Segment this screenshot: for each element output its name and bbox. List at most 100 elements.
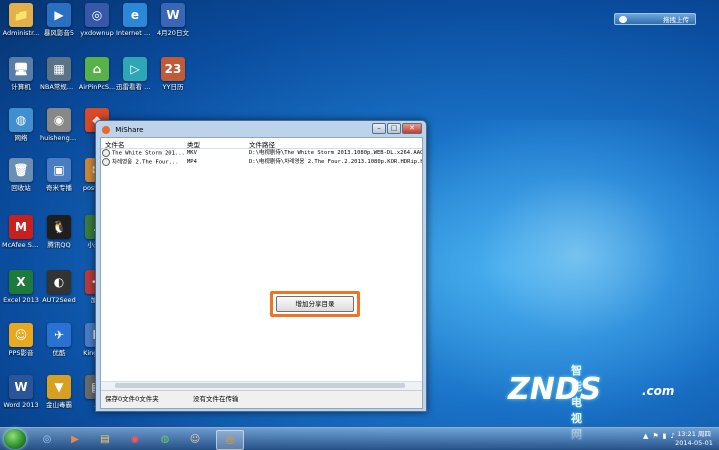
start-button[interactable]: [4, 429, 26, 449]
row-path: D:\电视剧侍\차례영웅 2.The Four.2.2013.1080p.KOR…: [249, 159, 422, 165]
airpin-icon: ⌂: [85, 57, 109, 81]
table-row[interactable]: 차례영웅 2.The Four... MP4 D:\电视剧侍\차례영웅 2.Th…: [101, 158, 422, 167]
column-header-name[interactable]: 文件名: [105, 139, 125, 149]
desktop-icon-label: AUT2Seed: [42, 296, 76, 304]
file-list-panel: 文件名 类型 文件路径 The White Storm 201... MKV D…: [100, 137, 423, 409]
desktop-icon-label: Administr...: [2, 29, 40, 37]
desktop-icon-qq[interactable]: 🐧 腾讯QQ: [40, 215, 78, 249]
doc420-icon: W: [161, 3, 185, 27]
desktop-icon-label: NBA常规赛 快船118-1...: [40, 83, 78, 91]
clock[interactable]: 13:21 周四 2014-05-01: [675, 430, 713, 448]
desktop-icon-ie[interactable]: e Internet Hao 123: [116, 3, 154, 37]
horizontal-scrollbar[interactable]: [101, 381, 422, 390]
aut2seed-icon: ◐: [47, 270, 71, 294]
close-button[interactable]: ✕: [402, 123, 422, 134]
flag-icon[interactable]: ⚑: [652, 432, 658, 440]
column-header-type[interactable]: 类型: [187, 139, 200, 149]
scrollbar-thumb[interactable]: [115, 383, 405, 388]
desktop-icon-label: Internet Hao 123: [116, 29, 154, 37]
watermark-domain: .com: [642, 384, 675, 398]
desktop-icon-mcafee[interactable]: M McAfee Security...: [2, 215, 40, 249]
desktop-icon-airpin[interactable]: ⌂ AirPinPcS...: [78, 57, 116, 91]
baofeng-icon: ▶: [47, 3, 71, 27]
desktop-icon-label: YY日历: [162, 83, 184, 91]
desktop-icon-computer[interactable]: 🖥 计算机: [2, 57, 40, 91]
ie-icon: e: [123, 3, 147, 27]
recycle-icon: 🗑: [9, 158, 33, 182]
desktop-icon-label: 暴风影音5: [43, 29, 75, 37]
browser-taskbar-icon[interactable]: ◎: [34, 430, 60, 448]
window-controls: – □ ✕: [372, 123, 422, 134]
desktop-icon-label: Word 2013: [3, 401, 39, 409]
desktop-icon-network[interactable]: ◍ 网络: [2, 108, 40, 142]
desktop-icon-label: yxdownup: [80, 29, 114, 37]
huisheng-icon: ◉: [47, 108, 71, 132]
desktop-icon-yxdownup[interactable]: ◎ yxdownup: [78, 3, 116, 37]
up-arrow-icon[interactable]: ▲: [643, 432, 648, 440]
desktop-icon-label: 奇米专播: [46, 184, 72, 192]
desktop-icon-administrator[interactable]: 📁 Administr...: [2, 3, 40, 37]
desktop-icon-aut2seed[interactable]: ◐ AUT2Seed: [40, 270, 78, 304]
add-share-directory-button[interactable]: 增加分享目录: [276, 296, 354, 312]
desktop-icon-label: 腾讯QQ: [47, 241, 71, 249]
status-right: 没有文件在传输: [193, 395, 239, 403]
excel-icon: X: [9, 270, 33, 294]
window-title: MiShare: [115, 126, 144, 134]
qq-browser-taskbar-icon[interactable]: ◉: [122, 430, 148, 448]
users-taskbar-icon[interactable]: ☺: [182, 430, 208, 448]
minimize-button[interactable]: –: [372, 123, 386, 134]
desktop-icon-word[interactable]: W Word 2013: [2, 375, 40, 409]
ppstream-icon: ☺: [9, 323, 33, 347]
desktop-icon-huisheng[interactable]: ◉ huishengh...: [40, 108, 78, 142]
xunlei-icon: ▷: [123, 57, 147, 81]
column-header-path[interactable]: 文件路径: [249, 139, 275, 149]
desktop-icon-label: PPS影音: [8, 349, 34, 357]
chrome-taskbar-icon[interactable]: ◍: [152, 430, 178, 448]
desktop-icon-label: 迅雷看看 高清影视: [116, 83, 154, 91]
desktop-icon-nba[interactable]: ▦ NBA常规赛 快船118-1...: [40, 57, 78, 91]
qq-icon: 🐧: [47, 215, 71, 239]
baidu-upload-button[interactable]: 拖拽上传: [614, 13, 696, 25]
desktop-icon-excel[interactable]: X Excel 2013: [2, 270, 40, 304]
desktop-icon-label: 优酷: [52, 349, 66, 357]
explorer-taskbar-icon[interactable]: ▤: [92, 430, 118, 448]
desktop-icon-youku[interactable]: ✈ 优酷: [40, 323, 78, 357]
taskbar: ◎ ▶ ▤ ◉ ◍ ☺ ◎ ▲ ⚑ ▮ ♪ 13:21 周四 2014-05-0…: [0, 427, 719, 450]
desktop-icon-ppstream[interactable]: ☺ PPS影音: [2, 323, 40, 357]
media-taskbar-icon[interactable]: ▶: [62, 430, 88, 448]
desktop-icon-doc420[interactable]: W 4月20日文: [154, 3, 192, 37]
row-name: 차례영웅 2.The Four...: [112, 159, 179, 166]
clock-date: 2014-05-01: [675, 439, 713, 447]
desktop-icon-xunlei[interactable]: ▷ 迅雷看看 高清影视: [116, 57, 154, 91]
desktop-icon-label: 回收站: [11, 184, 31, 192]
share-item-icon: [102, 149, 110, 157]
mishare-window: MiShare – □ ✕ 文件名 类型 文件路径 The White Stor…: [95, 120, 427, 412]
yycalendar-icon: 23: [161, 57, 185, 81]
jinshan-icon: ▼: [47, 375, 71, 399]
desktop-icon-yycalendar[interactable]: 23 YY日历: [154, 57, 192, 91]
qiyi-icon: ▣: [47, 158, 71, 182]
desktop-icon-qiyi[interactable]: ▣ 奇米专播: [40, 158, 78, 192]
status-bar: 保存0文件0文件夹 没有文件在传输: [101, 390, 422, 408]
mishare-taskbar-icon[interactable]: ◎: [216, 430, 244, 450]
system-tray: ▲ ⚑ ▮ ♪: [643, 432, 675, 440]
cloud-icon: [619, 16, 627, 23]
desktop-icon-recycle[interactable]: 🗑 回收站: [2, 158, 40, 192]
mcafee-icon: M: [9, 215, 33, 239]
network-icon[interactable]: ▮: [663, 432, 667, 440]
watermark-main: ZNDS: [508, 372, 602, 407]
clock-time: 13:21 周四: [677, 430, 711, 438]
yxdownup-icon: ◎: [85, 3, 109, 27]
network-icon: ◍: [9, 108, 33, 132]
desktop-icon-jinshan[interactable]: ▼ 金山毒霸: [40, 375, 78, 409]
mishare-app-icon: [102, 126, 110, 134]
file-list-header: 文件名 类型 文件路径: [101, 138, 422, 149]
desktop-icon-baofeng[interactable]: ▶ 暴风影音5: [40, 3, 78, 37]
share-item-icon: [102, 158, 110, 166]
table-row[interactable]: The White Storm 201... MKV D:\电视剧侍\The W…: [101, 149, 422, 158]
desktop-icon-label: 金山毒霸: [46, 401, 72, 409]
maximize-button[interactable]: □: [387, 123, 401, 134]
desktop-icon-label: McAfee Security...: [2, 241, 40, 249]
desktop-icon-label: huishengh...: [40, 134, 78, 142]
desktop-icon-label: 网络: [14, 134, 28, 142]
